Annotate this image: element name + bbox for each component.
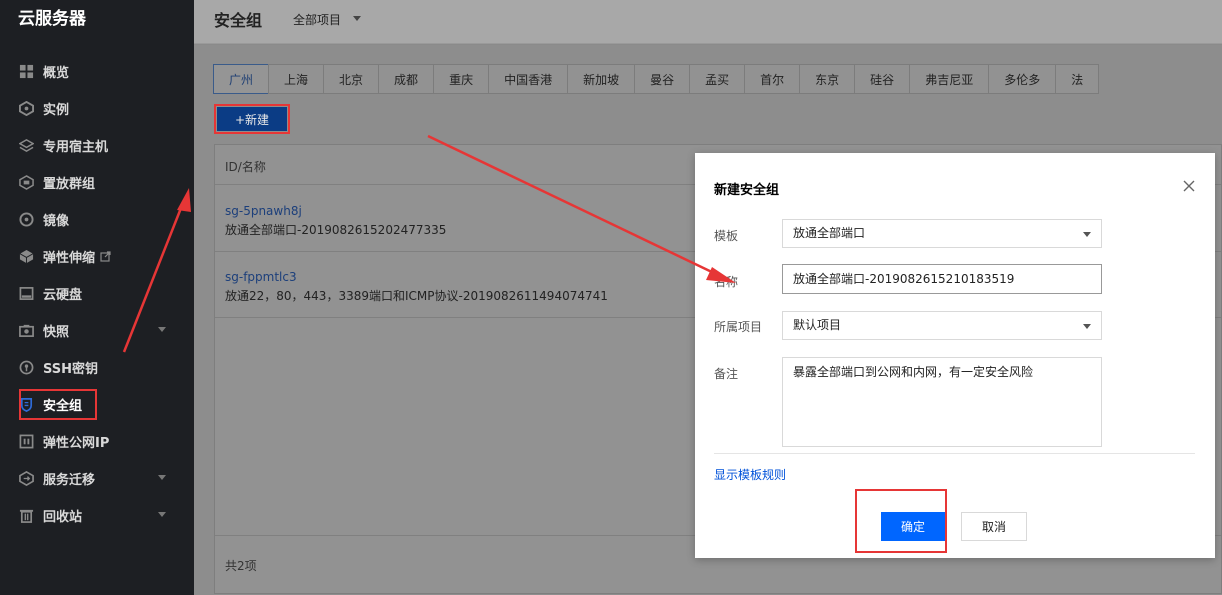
chevron-down-icon <box>1083 232 1091 237</box>
name-input[interactable]: 放通全部端口-2019082615210183519 <box>782 264 1102 294</box>
chevron-down-icon[interactable] <box>158 327 166 332</box>
key-icon <box>18 360 34 376</box>
project-selector[interactable]: 全部项目 <box>293 11 341 28</box>
security-group-name: 放通22，80，443，3389端口和ICMP协议-20190826114940… <box>225 289 608 303</box>
sidebar-item-placement-group[interactable]: 置放群组 <box>0 164 194 201</box>
region-tab-bangkok[interactable]: 曼谷 <box>634 64 691 94</box>
chevron-down-icon <box>1083 324 1091 329</box>
sidebar-item-label: 镜像 <box>43 214 70 229</box>
template-label: 模板 <box>714 229 739 243</box>
region-tab-tokyo[interactable]: 东京 <box>799 64 856 94</box>
project-select-value: 默认项目 <box>793 318 842 332</box>
migrate-icon <box>18 471 34 487</box>
region-tab-virginia[interactable]: 弗吉尼亚 <box>909 64 990 94</box>
annotation-highlight-confirm-button <box>855 489 947 553</box>
sidebar-nav: 概览 实例 专用宿主机 置放群组 镜像 弹性伸缩 云硬盘 快照 SSH密钥 安全… <box>0 38 194 534</box>
template-select-value: 放通全部端口 <box>793 226 866 240</box>
name-input-value: 放通全部端口-2019082615210183519 <box>793 272 1015 286</box>
sidebar-brand: 云服务器 <box>18 9 86 29</box>
sidebar-item-label: 回收站 <box>43 510 83 525</box>
sidebar-item-image[interactable]: 镜像 <box>0 201 194 238</box>
sidebar-item-label: 云硬盘 <box>43 288 83 303</box>
project-select[interactable]: 默认项目 <box>782 311 1102 340</box>
remark-textarea-value: 暴露全部端口到公网和内网，有一定安全风险 <box>793 365 1034 379</box>
sidebar-item-dedicated-host[interactable]: 专用宿主机 <box>0 127 194 164</box>
chevron-down-icon[interactable] <box>158 475 166 480</box>
disk-icon <box>18 286 34 302</box>
show-template-rules-link[interactable]: 显示模板规则 <box>714 466 786 483</box>
sidebar-item-ssh-key[interactable]: SSH密钥 <box>0 349 194 386</box>
grid-icon <box>18 64 34 80</box>
total-count: 共2项 <box>225 559 257 573</box>
remark-label: 备注 <box>714 367 739 381</box>
region-tabs: 广州 上海 北京 成都 重庆 中国香港 新加坡 曼谷 孟买 首尔 东京 硅谷 弗… <box>213 64 1100 94</box>
sidebar-item-label: 服务迁移 <box>43 473 96 488</box>
sidebar: 云服务器 概览 实例 专用宿主机 置放群组 镜像 弹性伸缩 云硬盘 快照 SSH… <box>0 0 194 595</box>
sidebar-item-migration[interactable]: 服务迁移 <box>0 460 194 497</box>
instance-icon <box>18 101 34 117</box>
sidebar-item-overview[interactable]: 概览 <box>0 53 194 90</box>
sidebar-item-label: 快照 <box>43 325 70 340</box>
dialog-divider <box>714 453 1195 454</box>
chevron-down-icon[interactable] <box>353 16 361 21</box>
column-header-id-name: ID/名称 <box>225 160 266 174</box>
region-tab-chengdu[interactable]: 成都 <box>378 64 435 94</box>
cancel-button[interactable]: 取消 <box>961 512 1027 541</box>
sidebar-item-instance[interactable]: 实例 <box>0 90 194 127</box>
sidebar-item-recycle-bin[interactable]: 回收站 <box>0 497 194 534</box>
region-tab-singapore[interactable]: 新加坡 <box>567 64 636 94</box>
region-tab-beijing[interactable]: 北京 <box>323 64 380 94</box>
layers-icon <box>18 138 34 154</box>
security-group-id-link[interactable]: sg-5pnawh8j <box>225 204 302 218</box>
close-icon[interactable] <box>1183 180 1195 192</box>
sidebar-item-label: SSH密钥 <box>43 362 99 377</box>
cube-icon <box>18 249 34 265</box>
ip-icon <box>18 434 34 450</box>
sidebar-item-snapshot[interactable]: 快照 <box>0 312 194 349</box>
group-icon <box>18 175 34 191</box>
security-group-id-link[interactable]: sg-fppmtlc3 <box>225 270 297 284</box>
name-label: 名称 <box>714 275 739 289</box>
region-tab-mumbai[interactable]: 孟买 <box>689 64 746 94</box>
sidebar-item-cloud-disk[interactable]: 云硬盘 <box>0 275 194 312</box>
region-tab-toronto[interactable]: 多伦多 <box>988 64 1057 94</box>
sidebar-item-label: 概览 <box>43 66 70 81</box>
page-title: 安全组 <box>214 11 263 30</box>
template-select[interactable]: 放通全部端口 <box>782 219 1102 248</box>
security-group-name: 放通全部端口-2019082615202477335 <box>225 223 447 237</box>
region-tab-hongkong[interactable]: 中国香港 <box>488 64 569 94</box>
sidebar-item-eip[interactable]: 弹性公网IP <box>0 423 194 460</box>
chevron-down-icon[interactable] <box>158 512 166 517</box>
sidebar-item-label: 实例 <box>43 103 70 118</box>
project-label: 所属项目 <box>714 320 763 334</box>
page-header: 安全组 全部项目 <box>194 0 1222 44</box>
region-tab-silicon-valley[interactable]: 硅谷 <box>854 64 911 94</box>
sidebar-item-label: 专用宿主机 <box>43 140 109 155</box>
annotation-highlight-security-group <box>19 389 97 420</box>
external-link-icon <box>100 251 111 262</box>
disc-icon <box>18 212 34 228</box>
dialog-title: 新建安全组 <box>714 183 780 198</box>
region-tab-seoul[interactable]: 首尔 <box>744 64 801 94</box>
annotation-highlight-new-button <box>214 104 290 134</box>
region-tab-chongqing[interactable]: 重庆 <box>433 64 490 94</box>
trash-icon <box>18 508 34 524</box>
remark-textarea[interactable]: 暴露全部端口到公网和内网，有一定安全风险 <box>782 357 1102 447</box>
sidebar-item-label: 弹性伸缩 <box>43 251 96 266</box>
sidebar-item-auto-scaling[interactable]: 弹性伸缩 <box>0 238 194 275</box>
sidebar-item-label: 弹性公网IP <box>43 436 110 451</box>
camera-icon <box>18 323 34 339</box>
new-security-group-dialog: 新建安全组 模板 放通全部端口 名称 放通全部端口-20190826152101… <box>695 153 1215 558</box>
region-tab-guangzhou[interactable]: 广州 <box>213 64 270 94</box>
sidebar-item-label: 置放群组 <box>43 177 96 192</box>
region-tab-frankfurt[interactable]: 法 <box>1055 64 1100 94</box>
region-tab-shanghai[interactable]: 上海 <box>268 64 325 94</box>
